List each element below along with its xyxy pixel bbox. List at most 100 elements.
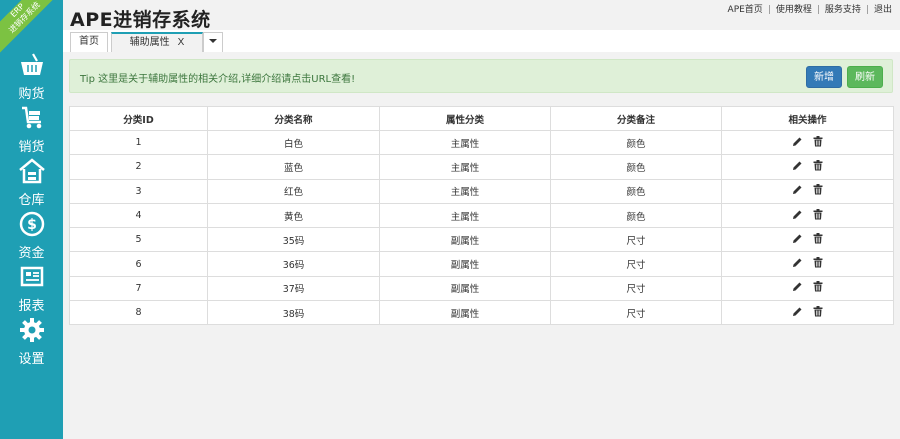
edit-icon[interactable] (792, 209, 803, 223)
cell-actions (721, 178, 894, 204)
erp-ribbon: ERP 进销存系统 (0, 0, 60, 53)
cell-attr-type: 主属性 (379, 178, 551, 204)
refresh-button[interactable]: 刷新 (847, 66, 883, 88)
edit-icon[interactable] (792, 257, 803, 271)
cell-id: 7 (69, 275, 208, 302)
cell-name: 黄色 (207, 202, 380, 229)
col-header-remark: 分类备注 (550, 106, 722, 131)
cell-actions (721, 154, 894, 180)
cell-attr-type: 主属性 (379, 154, 551, 180)
table-row: 5 35码 副属性 尺寸 (69, 227, 894, 253)
cell-actions (721, 275, 894, 302)
cell-id: 5 (69, 227, 208, 253)
trash-icon[interactable] (813, 257, 823, 271)
tab-close-button[interactable]: X (178, 37, 185, 48)
edit-icon[interactable] (792, 281, 803, 295)
cell-actions (721, 227, 894, 253)
tip-alert: Tip 这里是关于辅助属性的相关介绍,详细介绍请点击URL查看! 新增 刷新 (69, 59, 893, 93)
sidebar-item-settings[interactable]: 设置 (0, 317, 63, 367)
sidebar-item-reports[interactable]: 报表 (0, 264, 63, 314)
trash-icon[interactable] (813, 208, 823, 223)
app-title: APE进销存系统 (70, 9, 211, 31)
cell-actions (721, 202, 894, 229)
sidebar-item-label: 设置 (18, 352, 45, 367)
table-row: 4 黄色 主属性 颜色 (69, 202, 894, 229)
cell-attr-type: 主属性 (379, 129, 551, 156)
link-ape-home[interactable]: APE首页 (728, 5, 763, 15)
sidebar-item-sales[interactable]: 销货 (0, 105, 63, 155)
cell-attr-type: 主属性 (379, 202, 551, 229)
link-tutorial[interactable]: 使用教程 (776, 5, 812, 15)
edit-icon[interactable] (792, 306, 803, 320)
cell-remark: 颜色 (550, 202, 722, 229)
cell-attr-type: 副属性 (379, 251, 551, 277)
trash-icon[interactable] (813, 184, 823, 198)
table-row: 8 38码 副属性 尺寸 (69, 300, 894, 326)
table-row: 3 红色 主属性 颜色 (69, 178, 894, 204)
trash-icon[interactable] (813, 305, 823, 320)
cart-icon (21, 106, 41, 129)
edit-icon[interactable] (792, 184, 803, 198)
tab-home[interactable]: 首页 (70, 32, 108, 52)
col-header-attr-type: 属性分类 (379, 106, 551, 131)
edit-icon[interactable] (792, 160, 803, 174)
sidebar-item-label: 购货 (18, 87, 45, 102)
attributes-table: 分类ID 分类名称 属性分类 分类备注 相关操作 1 白色 主属性 颜色 2 蓝色 主属性颜… (69, 106, 894, 326)
tip-text: Tip 这里是关于辅助属性的相关介绍,详细介绍请点击URL查看! (80, 74, 356, 85)
gear-icon (19, 318, 44, 342)
warehouse-icon (18, 158, 45, 184)
table-header-row: 分类ID 分类名称 属性分类 分类备注 相关操作 (69, 106, 894, 131)
tab-auxiliary-attributes[interactable]: 辅助属性 X (111, 32, 203, 52)
edit-icon[interactable] (792, 136, 803, 150)
link-logout[interactable]: 退出 (874, 5, 892, 15)
cell-remark: 尺寸 (550, 227, 722, 253)
top-links: APE首页 | 使用教程 | 服务支持 | 退出 (727, 5, 892, 15)
cell-attr-type: 副属性 (379, 275, 551, 302)
tab-dropdown-button[interactable] (203, 32, 223, 52)
dollar-icon: $ (19, 211, 44, 237)
col-header-id: 分类ID (69, 106, 208, 131)
sidebar-item-funds[interactable]: $ 资金 (0, 211, 63, 261)
cell-remark: 尺寸 (550, 251, 722, 277)
cell-name: 37码 (207, 275, 380, 302)
cell-id: 4 (69, 202, 208, 229)
cell-remark: 颜色 (550, 129, 722, 156)
table-row: 6 36码 副属性 尺寸 (69, 251, 894, 277)
edit-icon[interactable] (792, 233, 803, 247)
cell-actions (721, 251, 894, 277)
trash-icon[interactable] (813, 281, 823, 295)
add-button[interactable]: 新增 (806, 66, 842, 88)
basket-icon (20, 53, 43, 75)
cell-id: 8 (69, 300, 208, 326)
cell-id: 6 (69, 251, 208, 277)
cell-remark: 尺寸 (550, 275, 722, 302)
col-header-actions: 相关操作 (721, 106, 894, 131)
cell-actions (721, 129, 894, 156)
sidebar-item-purchase[interactable]: 购货 (0, 52, 63, 102)
table-row: 1 白色 主属性 颜色 (69, 129, 894, 156)
sidebar: ERP 进销存系统 购货 销货 仓库 $ 资金 报表 设置 (0, 0, 63, 439)
table-row: 2 蓝色 主属性 颜色 (69, 154, 894, 180)
cell-attr-type: 副属性 (379, 300, 551, 326)
col-header-name: 分类名称 (207, 106, 380, 131)
cell-id: 2 (69, 154, 208, 180)
tab-label: 辅助属性 (129, 37, 170, 48)
trash-icon[interactable] (813, 232, 823, 247)
cell-remark: 颜色 (550, 178, 722, 204)
cell-id: 3 (69, 178, 208, 204)
cell-actions (721, 300, 894, 326)
sidebar-item-label: 报表 (18, 299, 45, 314)
cell-name: 白色 (207, 129, 380, 156)
table-row: 7 37码 副属性 尺寸 (69, 275, 894, 302)
sidebar-item-warehouse[interactable]: 仓库 (0, 158, 63, 208)
report-icon (20, 266, 43, 287)
svg-text:$: $ (27, 217, 37, 233)
tab-label: 首页 (79, 36, 99, 47)
sidebar-item-label: 仓库 (18, 193, 45, 208)
link-support[interactable]: 服务支持 (825, 5, 861, 15)
sidebar-item-label: 资金 (18, 246, 45, 261)
trash-icon[interactable] (813, 135, 823, 150)
cell-remark: 尺寸 (550, 300, 722, 326)
cell-attr-type: 副属性 (379, 227, 551, 253)
trash-icon[interactable] (813, 159, 823, 174)
